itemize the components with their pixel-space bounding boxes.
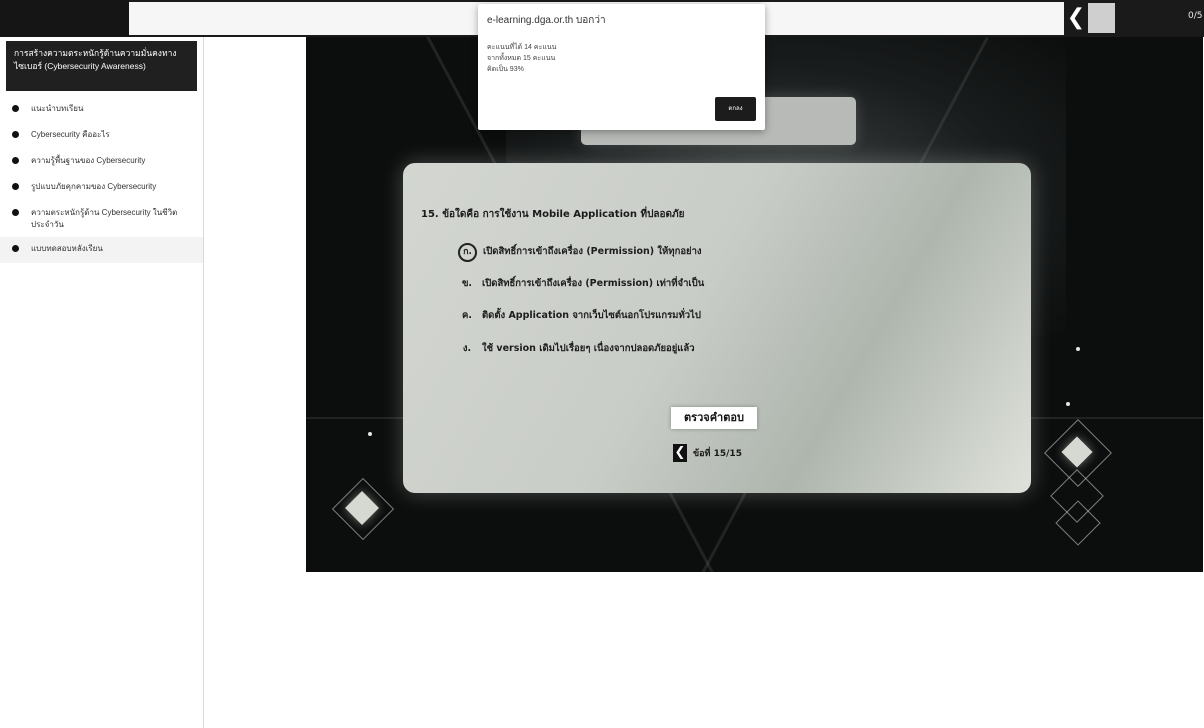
choice-mark: ค.: [462, 310, 472, 321]
choice-d[interactable]: ง. ใช้ version เดิมไปเรื่อยๆ เนื่องจากปลอ…: [458, 341, 695, 356]
sidebar-item-label: แนะนำบทเรียน: [31, 104, 84, 113]
sidebar-item-label: ความรู้พื้นฐานของ Cybersecurity: [31, 156, 146, 165]
alert-percent-line: คิดเป็น 93%: [487, 66, 524, 73]
choice-text: ใช้ version เดิมไปเรื่อยๆ เนื่องจากปลอดภ…: [482, 343, 695, 354]
question-panel: 15. ข้อใดคือ การใช้งาน Mobile Applicatio…: [403, 163, 1031, 493]
choice-text: เปิดสิทธิ์การเข้าถึงเครื่อง (Permission)…: [482, 278, 705, 289]
question-nav: ❮ ข้อที่ 15/15: [673, 444, 742, 462]
alert-ok-button[interactable]: ตกลง: [715, 97, 756, 121]
sidebar-item-label: Cybersecurity คืออะไร: [31, 130, 110, 139]
page-counter: 0/5: [1188, 11, 1203, 21]
chevron-left-icon[interactable]: ❮: [1066, 4, 1086, 32]
decor-dot: [368, 432, 372, 436]
sidebar-item-daily-awareness[interactable]: ความตระหนักรู้ด้าน Cybersecurity ในชีวิต…: [0, 201, 203, 237]
bullet-icon: [12, 209, 19, 216]
question-progress: ข้อที่ 15/15: [693, 449, 742, 459]
sidebar-item-label: ความตระหนักรู้ด้าน Cybersecurity ในชีวิต…: [31, 208, 178, 229]
bullet-icon: [12, 105, 19, 112]
bullet-icon: [12, 183, 19, 190]
alert-total-line: จากทั้งหมด 15 คะแนน: [487, 55, 556, 62]
decor-dot: [1076, 347, 1080, 351]
course-title: การสร้างความตระหนักรู้ด้านความมั่นคงทางไ…: [6, 41, 197, 91]
choice-b[interactable]: ข. เปิดสิทธิ์การเข้าถึงเครื่อง (Permissio…: [458, 276, 704, 291]
choice-text: ติดตั้ง Application จากเว็บไซต์นอกโปรแกร…: [482, 310, 701, 321]
alert-title: e-learning.dga.or.th บอกว่า: [487, 15, 606, 26]
check-answer-button[interactable]: ตรวจคำตอบ: [671, 407, 757, 429]
question-text: 15. ข้อใดคือ การใช้งาน Mobile Applicatio…: [421, 209, 685, 220]
choice-a[interactable]: ก. เปิดสิทธิ์การเข้าถึงเครื่อง (Permissio…: [458, 243, 702, 262]
sidebar-item-intro[interactable]: แนะนำบทเรียน: [0, 97, 203, 123]
bullet-icon: [12, 131, 19, 138]
sidebar-item-label: แบบทดสอบหลังเรียน: [31, 244, 103, 253]
course-sidebar: การสร้างความตระหนักรู้ด้านความมั่นคงทางไ…: [0, 37, 204, 728]
topbar-left-block: [0, 0, 129, 37]
choice-mark: ข.: [461, 278, 473, 289]
browser-alert-dialog: e-learning.dga.or.th บอกว่า คะแนนที่ได้ …: [478, 4, 765, 130]
chevron-left-icon[interactable]: ❮: [673, 444, 687, 462]
sidebar-item-what-is-cybersecurity[interactable]: Cybersecurity คืออะไร: [0, 123, 203, 149]
choice-mark: ง.: [462, 343, 472, 354]
bullet-icon: [12, 157, 19, 164]
choice-mark: ก.: [458, 243, 477, 262]
sidebar-item-threats[interactable]: รูปแบบภัยคุกคามของ Cybersecurity: [0, 175, 203, 201]
alert-score-line: คะแนนที่ได้ 14 คะแนน: [487, 44, 557, 51]
sidebar-item-label: รูปแบบภัยคุกคามของ Cybersecurity: [31, 182, 157, 191]
bullet-icon: [12, 245, 19, 252]
sidebar-item-post-test[interactable]: แบบทดสอบหลังเรียน: [0, 237, 203, 263]
toolbar-thumbnail[interactable]: [1088, 3, 1115, 33]
choice-text: เปิดสิทธิ์การเข้าถึงเครื่อง (Permission)…: [483, 246, 702, 257]
sidebar-item-basics[interactable]: ความรู้พื้นฐานของ Cybersecurity: [0, 149, 203, 175]
decor-dot: [1066, 402, 1070, 406]
choice-c[interactable]: ค. ติดตั้ง Application จากเว็บไซต์นอกโปรแ…: [458, 308, 701, 323]
